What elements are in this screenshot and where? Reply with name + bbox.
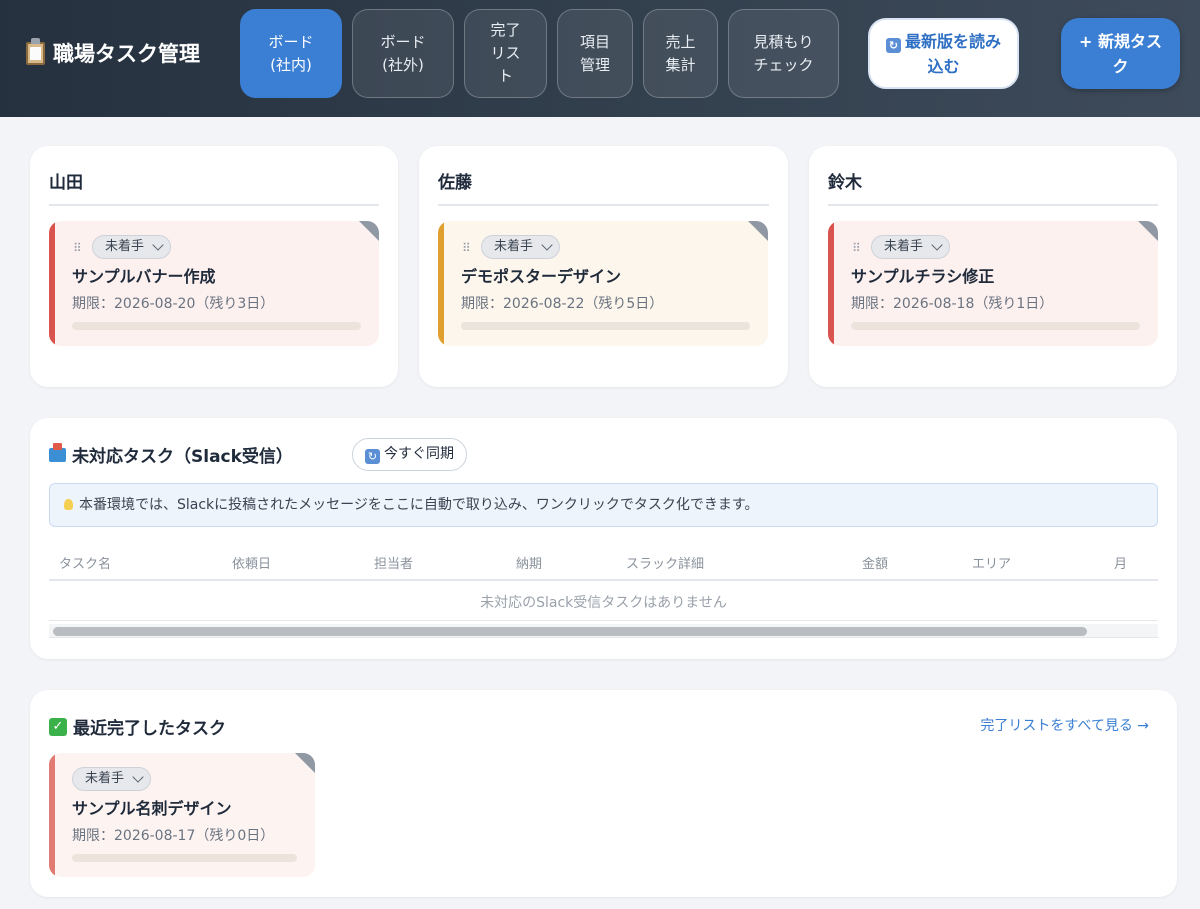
task-corner-marker [359,221,379,241]
tab-completed-list[interactable]: 完了 リス ト [464,9,547,98]
column-divider [49,204,379,206]
sync-label: 今すぐ同期 [384,446,454,462]
scrollbar-thumb[interactable] [53,627,1087,636]
task-accent-bar [438,221,444,346]
drag-handle-icon[interactable]: ⠿ [462,241,471,255]
drag-handle-icon[interactable]: ⠿ [852,241,861,255]
task-progress-bar [72,322,361,330]
chevron-down-icon [132,771,144,783]
task-card[interactable]: ⠿ 未着手 デモポスターデザイン 期限：2026-08-22（残り5日） [438,221,768,346]
status-value: 未着手 [85,771,125,786]
task-accent-bar [828,221,834,346]
inbox-tray-icon [49,442,66,462]
sync-now-button[interactable]: ↻ 今すぐ同期 [352,438,467,471]
task-due: 期限：2026-08-22（残り5日） [461,296,664,312]
tab-item-management[interactable]: 項目 管理 [557,9,633,98]
slack-section-title: 未対応タスク（Slack受信） [49,442,293,467]
column-header-deadline[interactable]: 納期 [516,553,542,572]
status-value: 未着手 [884,239,924,254]
chevron-down-icon [541,239,553,251]
task-title: サンプルバナー作成 [72,267,216,286]
column-divider [438,204,769,206]
empty-state-message: 未対応のSlack受信タスクはありません [480,595,727,611]
task-title: デモポスターデザイン [461,267,622,286]
chevron-down-icon [152,239,164,251]
board-column-yamada: 山田 ⠿ 未着手 サンプルバナー作成 期限：2026-08-20（残り3日） [30,146,398,387]
app-header: 職場タスク管理 ボード (社内) ボード (社外) 完了 リス ト 項目 管理 … [0,0,1200,117]
status-select[interactable]: 未着手 [481,235,561,259]
drag-handle-icon[interactable]: ⠿ [73,241,82,255]
task-title: サンプルチラシ修正 [851,267,995,286]
reload-latest-button[interactable]: ↻ 最新版を読み込む [868,18,1019,89]
table-row-divider [49,620,1158,621]
column-header-amount[interactable]: 金額 [862,553,888,572]
clipboard-icon [26,37,45,65]
task-progress-bar [461,322,750,330]
recent-section-title: ✓ 最近完了したタスク [49,714,226,739]
status-select[interactable]: 未着手 [92,235,172,259]
column-header-month[interactable]: 月 [1114,553,1127,572]
tab-sales-summary[interactable]: 売上 集計 [643,9,718,98]
board-column-sato: 佐藤 ⠿ 未着手 デモポスターデザイン 期限：2026-08-22（残り5日） [419,146,788,387]
tab-estimate-check[interactable]: 見積もり チェック [728,9,839,98]
slack-inbox-panel: 未対応タスク（Slack受信） ↻ 今すぐ同期 本番環境では、Slackに投稿され… [30,418,1177,659]
board-column-suzuki: 鈴木 ⠿ 未着手 サンプルチラシ修正 期限：2026-08-18（残り1日） [809,146,1177,387]
status-select[interactable]: 未着手 [871,235,951,259]
sync-icon: ↻ [885,37,901,53]
task-card[interactable]: ⠿ 未着手 サンプルバナー作成 期限：2026-08-20（残り3日） [49,221,379,346]
column-header-area[interactable]: エリア [972,553,1011,572]
task-accent-bar [49,221,55,346]
column-header-request-date[interactable]: 依頼日 [232,553,271,572]
new-task-button[interactable]: + 新規タスク [1061,18,1180,89]
task-card[interactable]: 未着手 サンプル名刺デザイン 期限：2026-08-17（残り0日） [49,753,315,877]
slack-title-text: 未対応タスク（Slack受信） [72,447,293,467]
task-corner-marker [295,753,315,773]
info-banner: 本番環境では、Slackに投稿されたメッセージをここに自動で取り込み、ワンクリッ… [49,483,1158,527]
task-progress-bar [72,854,297,862]
task-due: 期限：2026-08-18（残り1日） [851,296,1054,312]
chevron-down-icon [931,239,943,251]
recent-completed-panel: ✓ 最近完了したタスク 完了リストをすべて見る → 未着手 サンプル名刺デザイン… [30,690,1177,897]
sync-icon: ↻ [365,449,380,464]
column-header-assignee[interactable]: 担当者 [374,553,413,572]
task-corner-marker [1138,221,1158,241]
app-title-text: 職場タスク管理 [53,42,200,66]
tab-board-internal[interactable]: ボード (社内) [240,9,342,98]
app-title: 職場タスク管理 [26,37,200,68]
horizontal-scrollbar[interactable] [49,624,1158,638]
task-accent-bar [49,753,55,877]
recent-title-text: 最近完了したタスク [73,719,226,739]
info-text: 本番環境では、Slackに投稿されたメッセージをここに自動で取り込み、ワンクリッ… [79,497,759,513]
task-title: サンプル名刺デザイン [72,799,232,818]
task-due: 期限：2026-08-17（残り0日） [72,828,275,844]
task-corner-marker [748,221,768,241]
status-value: 未着手 [105,239,145,254]
column-header-task-name[interactable]: タスク名 [59,553,111,572]
view-all-completed-link[interactable]: 完了リストをすべて見る → [980,715,1149,735]
column-title: 山田 [49,173,83,193]
reload-label: 最新版を読み込む [904,31,1001,76]
task-due: 期限：2026-08-20（残り3日） [72,296,275,312]
column-title: 鈴木 [828,173,862,193]
status-select[interactable]: 未着手 [72,767,152,791]
table-header-divider [49,579,1158,581]
column-title: 佐藤 [438,173,472,193]
tab-board-external[interactable]: ボード (社外) [352,9,454,98]
column-divider [828,204,1158,206]
task-progress-bar [851,322,1140,330]
lightbulb-icon [64,499,73,510]
status-value: 未着手 [494,239,534,254]
column-header-slack-detail[interactable]: スラック詳細 [626,553,704,572]
check-icon: ✓ [49,717,67,736]
task-card[interactable]: ⠿ 未着手 サンプルチラシ修正 期限：2026-08-18（残り1日） [828,221,1158,346]
